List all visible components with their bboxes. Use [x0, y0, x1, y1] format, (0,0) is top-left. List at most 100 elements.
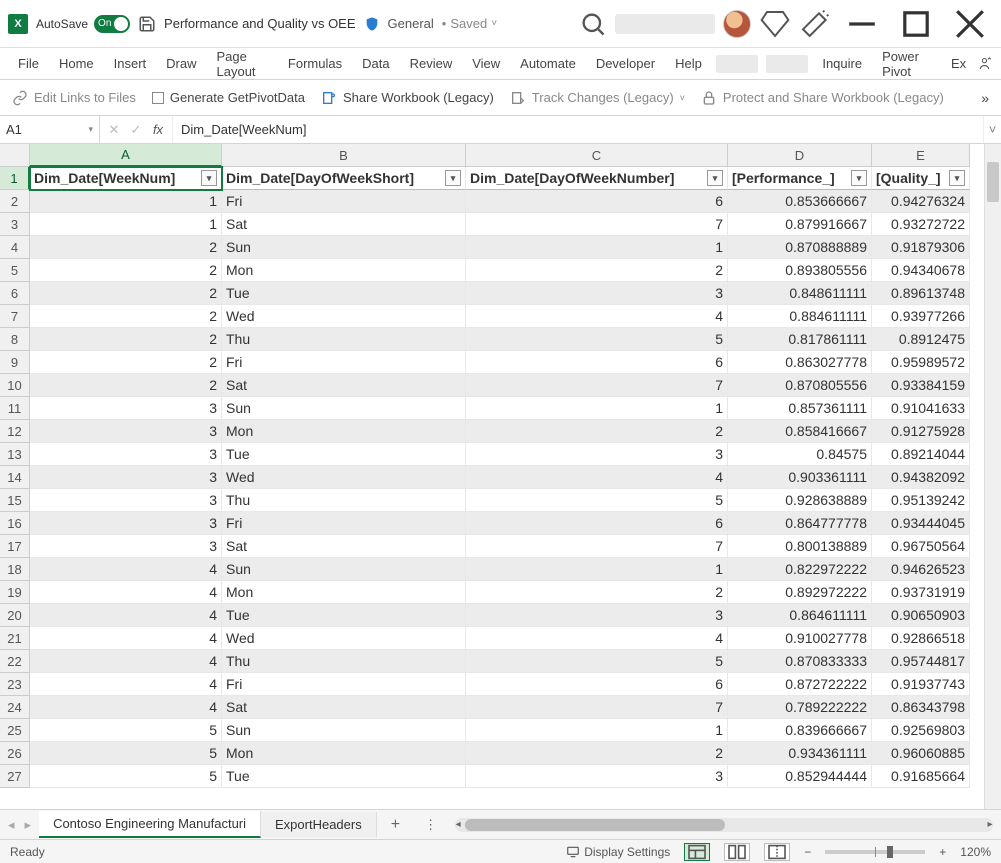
cell[interactable]: 2	[30, 259, 222, 282]
cell[interactable]: Mon	[222, 259, 466, 282]
tab-draw[interactable]: Draw	[156, 50, 206, 77]
cell[interactable]: 7	[466, 696, 728, 719]
cell[interactable]: 2	[30, 305, 222, 328]
cell[interactable]: 0.86343798	[872, 696, 970, 719]
row-header[interactable]: 25	[0, 719, 30, 742]
row-header[interactable]: 24	[0, 696, 30, 719]
cell[interactable]: 6	[466, 190, 728, 213]
name-box[interactable]: A1 ▾	[0, 116, 100, 143]
sheet-tab-active[interactable]: Contoso Engineering Manufacturi	[39, 811, 261, 838]
add-sheet-button[interactable]: +	[377, 816, 414, 834]
avatar[interactable]	[723, 10, 751, 38]
filter-icon[interactable]: ▾	[201, 170, 217, 186]
tab-developer[interactable]: Developer	[586, 50, 665, 77]
cmd-generate-pivot[interactable]: Generate GetPivotData	[152, 90, 305, 105]
share-icon[interactable]	[976, 55, 993, 72]
cell[interactable]: 4	[30, 696, 222, 719]
save-icon[interactable]	[138, 15, 156, 33]
cell[interactable]: 6	[466, 351, 728, 374]
cell[interactable]: Mon	[222, 581, 466, 604]
column-header[interactable]: C	[466, 144, 728, 167]
row-header[interactable]: 7	[0, 305, 30, 328]
expand-formula-icon[interactable]: ˅	[983, 116, 1001, 143]
cell[interactable]: 0.96060885	[872, 742, 970, 765]
cell[interactable]: 0.94340678	[872, 259, 970, 282]
tab-power-pivot[interactable]: Power Pivot	[872, 43, 941, 85]
scroll-left-icon[interactable]: ◂	[451, 818, 465, 832]
column-header[interactable]: E	[872, 144, 970, 167]
cell[interactable]: 0.892972222	[728, 581, 872, 604]
view-page-break-button[interactable]	[764, 843, 790, 861]
cmd-overflow[interactable]: »	[981, 90, 989, 106]
cell[interactable]: 1	[30, 190, 222, 213]
cell[interactable]: 0.91685664	[872, 765, 970, 788]
cell[interactable]: 0.91879306	[872, 236, 970, 259]
cell[interactable]: 2	[466, 742, 728, 765]
cell[interactable]: 3	[30, 535, 222, 558]
zoom-slider[interactable]	[825, 850, 925, 854]
cell[interactable]: 0.864611111	[728, 604, 872, 627]
search-icon[interactable]	[579, 10, 607, 38]
row-header[interactable]: 22	[0, 650, 30, 673]
wand-icon[interactable]	[799, 8, 831, 40]
cell[interactable]: 6	[466, 673, 728, 696]
cell[interactable]: 0.870888889	[728, 236, 872, 259]
cell[interactable]: 0.839666667	[728, 719, 872, 742]
cell[interactable]: 3	[466, 765, 728, 788]
cell[interactable]: Wed	[222, 466, 466, 489]
column-header[interactable]: B	[222, 144, 466, 167]
cell[interactable]: 0.817861111	[728, 328, 872, 351]
vertical-scrollbar[interactable]	[984, 144, 1001, 809]
cell[interactable]: 4	[30, 581, 222, 604]
cell[interactable]: 0.800138889	[728, 535, 872, 558]
tab-file[interactable]: File	[8, 50, 49, 77]
row-header[interactable]: 14	[0, 466, 30, 489]
cell[interactable]: 0.92866518	[872, 627, 970, 650]
row-header[interactable]: 21	[0, 627, 30, 650]
cell[interactable]: 7	[466, 374, 728, 397]
cell[interactable]: 0.93731919	[872, 581, 970, 604]
cell[interactable]: Sun	[222, 236, 466, 259]
view-normal-button[interactable]	[684, 843, 710, 861]
row-header[interactable]: 12	[0, 420, 30, 443]
zoom-out-button[interactable]: −	[804, 845, 811, 859]
cell[interactable]: Wed	[222, 305, 466, 328]
row-header[interactable]: 13	[0, 443, 30, 466]
cell[interactable]: 2	[30, 351, 222, 374]
close-button[interactable]	[947, 8, 993, 40]
filter-icon[interactable]: ▾	[707, 170, 723, 186]
cell[interactable]: 0.90650903	[872, 604, 970, 627]
row-header[interactable]: 3	[0, 213, 30, 236]
row-header[interactable]: 17	[0, 535, 30, 558]
cell[interactable]: 0.872722222	[728, 673, 872, 696]
cell[interactable]: Wed	[222, 627, 466, 650]
cell[interactable]: 1	[466, 558, 728, 581]
cell[interactable]: 2	[30, 374, 222, 397]
cell[interactable]: 0.93384159	[872, 374, 970, 397]
cell[interactable]: 2	[466, 259, 728, 282]
cell[interactable]: Fri	[222, 190, 466, 213]
cell[interactable]: 0.94626523	[872, 558, 970, 581]
filter-icon[interactable]: ▾	[445, 170, 461, 186]
row-header[interactable]: 27	[0, 765, 30, 788]
cell[interactable]: Sat	[222, 374, 466, 397]
cell[interactable]: Sat	[222, 213, 466, 236]
cell[interactable]: 0.934361111	[728, 742, 872, 765]
cell[interactable]: Sun	[222, 719, 466, 742]
cell[interactable]: Fri	[222, 351, 466, 374]
row-header[interactable]: 6	[0, 282, 30, 305]
cell[interactable]: 0.910027778	[728, 627, 872, 650]
cell[interactable]: Sat	[222, 696, 466, 719]
fx-icon[interactable]: fx	[148, 122, 168, 137]
cell[interactable]: 0.857361111	[728, 397, 872, 420]
column-header[interactable]: D	[728, 144, 872, 167]
filter-icon[interactable]: ▾	[949, 170, 965, 186]
tab-view[interactable]: View	[462, 50, 510, 77]
tab-automate[interactable]: Automate	[510, 50, 586, 77]
cell[interactable]: 6	[466, 512, 728, 535]
table-header-cell[interactable]: Dim_Date[WeekNum]▾	[30, 167, 222, 190]
scroll-right-icon[interactable]: ▸	[983, 818, 997, 832]
cell[interactable]: 3	[30, 466, 222, 489]
view-page-layout-button[interactable]	[724, 843, 750, 861]
tab-truncated[interactable]: Ex	[941, 50, 976, 77]
